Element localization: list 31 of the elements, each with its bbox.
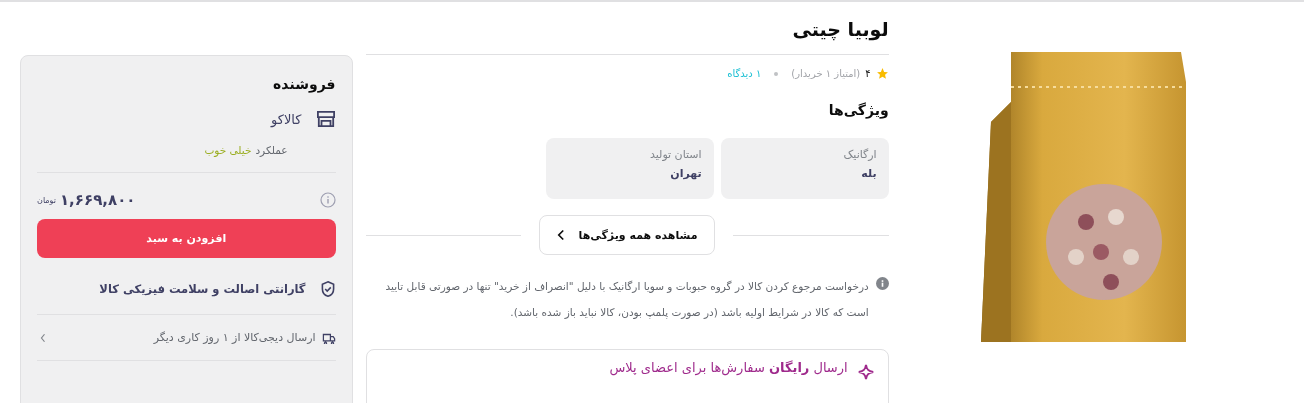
features-heading: ویژگی‌ها: [827, 102, 889, 118]
rating-value: ۴: [865, 68, 871, 79]
product-title: لوبیا چیتی: [791, 17, 889, 43]
shop-icon: [315, 110, 336, 128]
seller-heading: فروشنده: [272, 76, 336, 92]
star-icon: [875, 67, 889, 80]
feature-value: بله: [860, 167, 877, 180]
price: ۱,۶۶۹,۸۰۰: [59, 191, 136, 209]
seller-name: کالاکو: [271, 111, 302, 127]
shipping-text: ارسال دیجی‌کالا از ۱ روز کاری دیگر: [152, 331, 316, 344]
feature-label: استان تولید: [648, 148, 702, 161]
add-to-cart-button[interactable]: افزودن به سبد: [37, 219, 336, 258]
chevron-left-icon: [556, 229, 565, 241]
sparkle-icon: [857, 364, 874, 380]
rating-count: (امتیاز ۱ خریدار): [791, 68, 861, 79]
performance-label: عملکرد: [255, 144, 288, 156]
shield-check-icon: [319, 280, 336, 298]
performance-value: خیلی خوب: [204, 144, 252, 156]
return-policy-text: درخواست مرجوع کردن کالا در گروه حبوبات و سویا ارگانیک با دلیل "انصراف از خرید" تنها در صورتی قابل تایید است که کالا در شرایط اولیه باشد (در صورت پلمپ بودن، کالا نباید باز شده باشد).: [384, 279, 869, 321]
comments-link[interactable]: ۱ دیدگاه: [727, 68, 762, 79]
feature-label: ارگانیک: [842, 148, 877, 161]
truck-icon: [321, 331, 336, 344]
info-icon: [319, 192, 336, 208]
separator-dot-icon: [774, 71, 779, 76]
all-features-button[interactable]: مشاهده همه ویژگی‌ها: [539, 215, 716, 255]
guarantee-text: گارانتی اصالت و سلامت فیزیکی کالا: [99, 282, 306, 296]
plus-banner-text: ارسال رایگان سفارش‌ها برای اعضای پلاس: [609, 360, 848, 375]
currency: تومان: [37, 195, 56, 205]
chevron-left-icon[interactable]: [39, 331, 47, 344]
feature-value: تهران: [669, 167, 702, 180]
info-icon: [875, 277, 889, 290]
